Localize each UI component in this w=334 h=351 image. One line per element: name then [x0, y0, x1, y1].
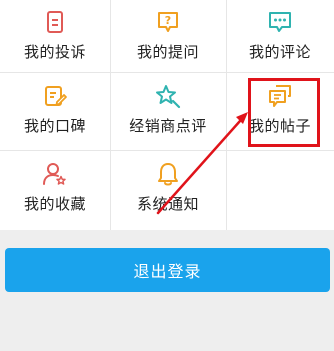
menu-item-complaints[interactable]: 我的投诉 [0, 0, 110, 72]
menu-item-questions[interactable]: ? 我的提问 [110, 0, 226, 72]
menu-item-label: 系统通知 [136, 195, 199, 213]
menu-item-empty [226, 150, 334, 230]
menu-item-label: 我的评论 [248, 43, 311, 61]
document-icon [47, 11, 63, 33]
bell-icon [158, 163, 178, 186]
favorite-person-icon [43, 163, 66, 185]
menu-item-label: 我的提问 [136, 43, 199, 61]
question-bubble-icon: ? [158, 12, 178, 32]
menu-item-label: 经销商点评 [129, 117, 207, 135]
menu-item-label: 我的口碑 [23, 117, 86, 135]
menu-item-label: 我的投诉 [23, 43, 86, 61]
edit-icon [45, 86, 67, 106]
menu-item-favorites[interactable]: 我的收藏 [0, 150, 110, 230]
star-review-icon [156, 85, 181, 109]
menu-item-notifications[interactable]: 系统通知 [110, 150, 226, 230]
annotation-highlight-box [248, 78, 320, 147]
svg-text:?: ? [165, 14, 171, 27]
menu-item-reputation[interactable]: 我的口碑 [0, 72, 110, 150]
comment-icon [269, 12, 291, 32]
logout-button[interactable]: 退出登录 [5, 248, 330, 292]
menu-item-comments[interactable]: 我的评论 [226, 0, 334, 72]
menu-item-dealer-review[interactable]: 经销商点评 [110, 72, 226, 150]
menu-item-label: 我的收藏 [23, 195, 86, 213]
